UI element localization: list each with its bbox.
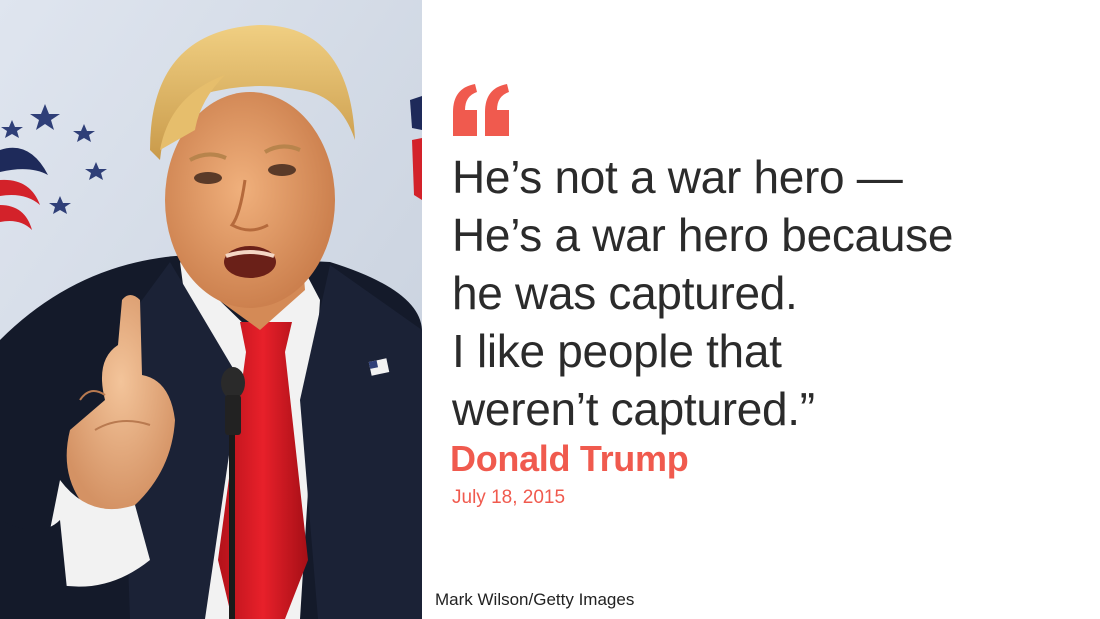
quote-line: I like people that [452,325,782,377]
speaker-name: Donald Trump [450,438,689,479]
quote-line: He’s a war hero because [452,209,954,261]
photo-credit: Mark Wilson/Getty Images [435,590,635,609]
quote-line: he was captured. [452,267,798,319]
quote-text: He’s not a war hero — He’s a war hero be… [452,148,1072,438]
quote-card: He’s not a war hero — He’s a war hero be… [0,0,1100,619]
quote-line: weren’t captured.” [452,383,815,435]
quote-date: July 18, 2015 [452,487,566,508]
quote-line: He’s not a war hero — [452,151,903,203]
open-quote-icon [449,82,513,138]
speaker-photo [0,0,422,619]
